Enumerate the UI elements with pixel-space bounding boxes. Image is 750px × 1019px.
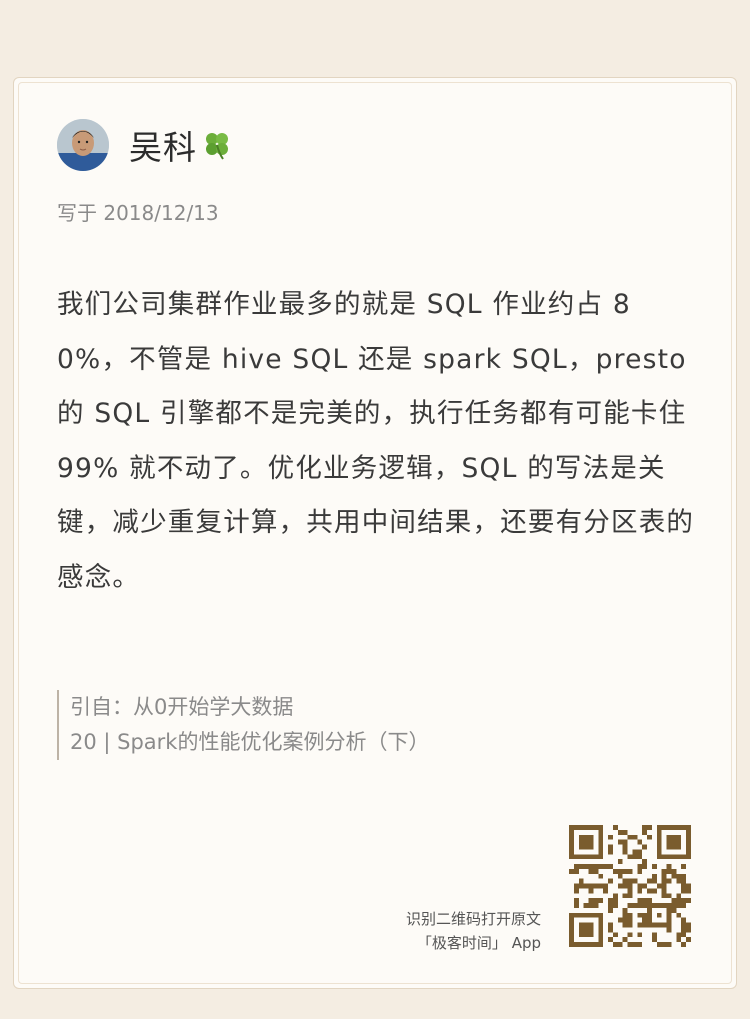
quote-article-title: 20 | Spark的性能优化案例分析（下） <box>70 730 430 754</box>
qr-caption-line-1: 识别二维码打开原文 <box>405 910 541 928</box>
qr-code[interactable] <box>569 825 691 947</box>
author-name: 吴科 <box>129 128 197 167</box>
note-content: 我们公司集群作业最多的就是 SQL 作业约占 80%，不管是 hive SQL … <box>57 289 695 593</box>
note-card: 吴科 写于 2018/12/13 我们公司集群作业最多的就是 SQL 作业约占 … <box>13 77 737 989</box>
qr-caption: 识别二维码打开原文 「极客时间」 App <box>406 907 541 955</box>
author-name-group: 吴科 <box>129 121 233 169</box>
publish-date: 写于 2018/12/13 <box>57 201 219 225</box>
qr-caption-line-2: 「极客时间」 App <box>416 934 541 952</box>
avatar[interactable] <box>57 119 109 171</box>
author-header: 吴科 <box>57 119 233 171</box>
four-leaf-clover-icon <box>201 129 233 161</box>
quote-course-title: 引自：从0开始学大数据 <box>70 695 294 719</box>
quote-source[interactable]: 引自：从0开始学大数据 20 | Spark的性能优化案例分析（下） <box>57 690 429 760</box>
